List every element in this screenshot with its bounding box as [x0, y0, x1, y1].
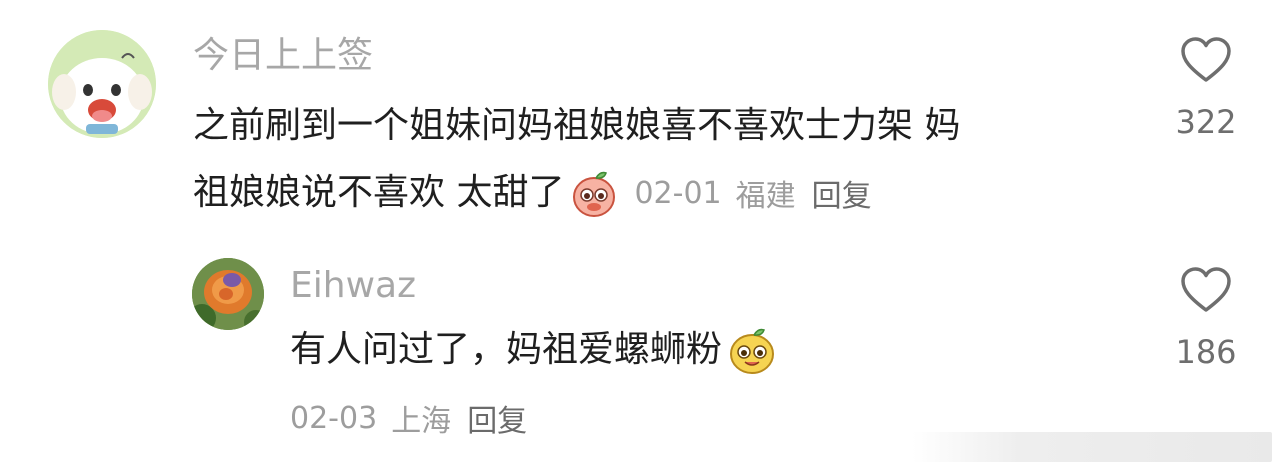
- like-count: 186: [1175, 333, 1237, 371]
- like-button[interactable]: 186: [1146, 266, 1266, 372]
- comment-text-line: 之前刷到一个姐妹问妈祖娘娘喜不喜欢士力架 妈: [193, 105, 961, 146]
- reply-comment-item: Eihwaz 有人问过了，妈祖爱螺蛳粉 02-03 上海 回复 186: [0, 240, 1284, 476]
- comment-text-row: 祖娘娘说不喜欢 太甜了 02-01 福建 回复: [193, 165, 872, 221]
- yellow-smile-emoji-icon: [726, 324, 778, 376]
- flower-photo-icon: [192, 258, 264, 330]
- comment-date: 02-03: [290, 400, 378, 436]
- like-button[interactable]: 322: [1146, 36, 1266, 142]
- heart-icon[interactable]: [1180, 266, 1232, 314]
- heart-icon[interactable]: [1180, 36, 1232, 84]
- peach-blush-emoji-icon: [568, 167, 620, 219]
- watermark-bar: [912, 432, 1272, 462]
- username[interactable]: Eihwaz: [290, 262, 416, 310]
- comment-text: 有人问过了，妈祖爱螺蛳粉: [290, 329, 723, 370]
- avatar[interactable]: [192, 258, 264, 330]
- username[interactable]: 今日上上签: [193, 32, 373, 80]
- avatar[interactable]: [48, 30, 156, 138]
- comment-location: 福建: [735, 179, 796, 214]
- sheep-avatar-icon: [48, 30, 156, 138]
- comment-text-line: 祖娘娘说不喜欢 太甜了: [193, 172, 565, 213]
- comment-text-row: 有人问过了，妈祖爱螺蛳粉: [290, 322, 778, 378]
- comment-location: 上海: [391, 404, 452, 439]
- comment-item: 今日上上签 之前刷到一个姐妹问妈祖娘娘喜不喜欢士力架 妈 祖娘娘说不喜欢 太甜了…: [0, 0, 1284, 230]
- comment-meta-row: 02-03 上海 回复: [290, 396, 527, 440]
- reply-button[interactable]: 回复: [467, 396, 527, 440]
- like-count: 322: [1175, 103, 1237, 141]
- reply-button[interactable]: 回复: [812, 171, 872, 215]
- comment-date: 02-01: [634, 175, 722, 211]
